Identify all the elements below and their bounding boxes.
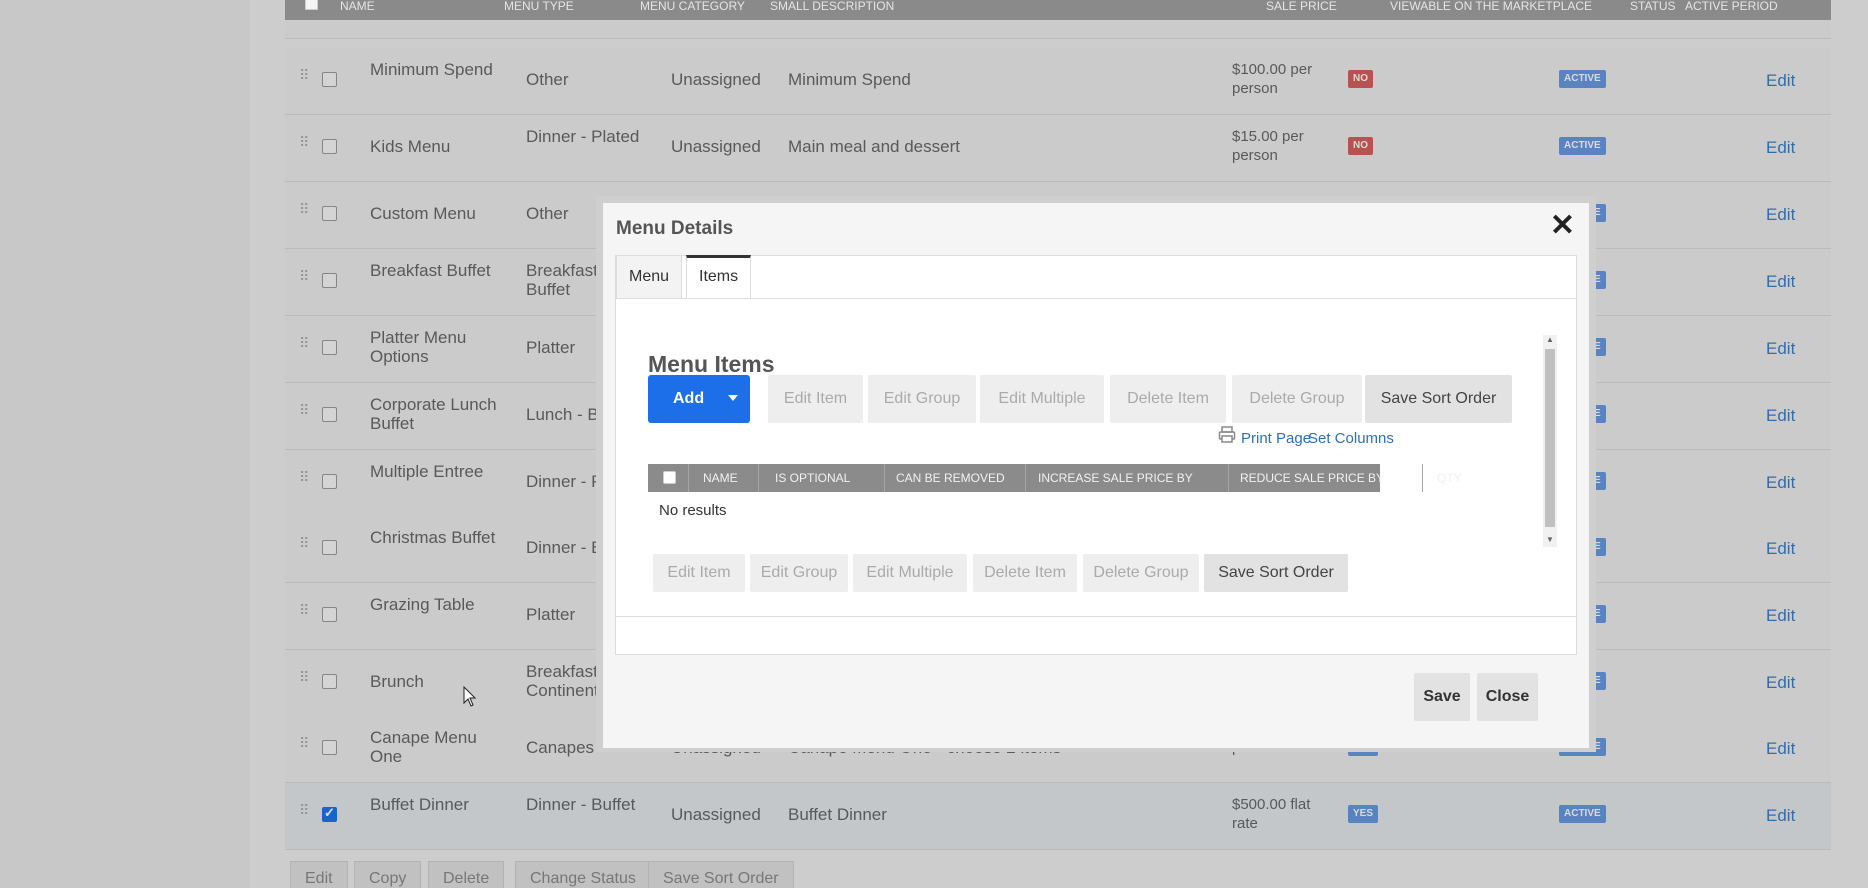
pane-scrollbar[interactable]: ▲ ▼ <box>1543 335 1557 547</box>
col-separator <box>688 464 689 492</box>
scroll-up-icon[interactable]: ▲ <box>1546 335 1554 344</box>
items-col-name[interactable]: Name <box>703 464 738 492</box>
col-viewable[interactable]: Viewable on the Marketplace <box>1390 0 1592 12</box>
col-separator <box>1422 464 1423 492</box>
modal-title: Menu Details <box>616 218 734 239</box>
scroll-thumb[interactable] <box>1545 349 1555 527</box>
select-all-checkbox[interactable] <box>305 0 318 10</box>
footer-save-sort-order-button[interactable]: Save Sort Order <box>1204 554 1348 592</box>
footer-edit-item-button[interactable]: Edit Item <box>653 554 745 592</box>
empty-state-text: No results <box>659 502 727 519</box>
col-separator <box>1025 464 1026 492</box>
col-small-description[interactable]: Small Description <box>770 0 894 12</box>
save-sort-order-button[interactable]: Save Sort Order <box>1365 375 1512 423</box>
items-col-is-optional[interactable]: Is Optional <box>775 464 850 492</box>
printer-icon[interactable] <box>1218 425 1236 445</box>
tab-divider <box>616 298 1576 299</box>
caret-down-icon[interactable] <box>728 395 738 401</box>
col-separator <box>1228 464 1229 492</box>
close-icon[interactable]: ✕ <box>1550 211 1575 241</box>
footer-edit-multiple-button[interactable]: Edit Multiple <box>853 554 967 592</box>
section-title: Menu Items <box>648 351 775 377</box>
footer-delete-group-button[interactable]: Delete Group <box>1083 554 1199 592</box>
col-separator <box>758 464 759 492</box>
items-select-all-checkbox[interactable] <box>663 471 676 484</box>
delete-group-button[interactable]: Delete Group <box>1232 375 1362 423</box>
col-separator <box>884 464 885 492</box>
set-columns-link[interactable]: Set Columns <box>1308 430 1394 447</box>
col-name[interactable]: Name <box>340 0 375 12</box>
edit-group-button[interactable]: Edit Group <box>868 375 976 423</box>
tab-container: Menu Items Menu Items Add Edit Item Edit… <box>615 255 1577 655</box>
items-grid-header: Name Is Optional Can Be Removed Increase… <box>648 464 1462 492</box>
edit-multiple-button[interactable]: Edit Multiple <box>980 375 1104 423</box>
col-active-period[interactable]: Active Period <box>1685 0 1778 12</box>
col-sale-price[interactable]: Sale Price <box>1266 0 1337 12</box>
add-button[interactable]: Add <box>648 375 750 423</box>
col-status[interactable]: Status <box>1630 0 1676 12</box>
tab-items[interactable]: Items <box>686 255 752 298</box>
save-button[interactable]: Save <box>1414 673 1470 721</box>
print-page-link[interactable]: Print Page <box>1241 430 1311 447</box>
table-header: Name Menu Type Menu Category Small Descr… <box>285 0 1831 20</box>
tab-footer-divider <box>616 616 1576 617</box>
close-button[interactable]: Close <box>1477 673 1538 721</box>
tab-menu[interactable]: Menu <box>616 255 683 298</box>
items-col-qty[interactable]: QTY <box>1437 464 1462 492</box>
footer-edit-group-button[interactable]: Edit Group <box>750 554 848 592</box>
items-col-reduce-price[interactable]: Reduce Sale Price By <box>1240 464 1384 492</box>
delete-item-button[interactable]: Delete Item <box>1110 375 1226 423</box>
footer-delete-item-button[interactable]: Delete Item <box>973 554 1077 592</box>
menu-details-modal: Menu Details ✕ Menu Items Menu Items Add… <box>603 203 1589 748</box>
mouse-cursor-icon <box>463 686 477 707</box>
add-button-label: Add <box>673 390 705 407</box>
items-pane: Menu Items Add Edit Item Edit Group Edit… <box>628 330 1566 608</box>
col-menu-type[interactable]: Menu Type <box>504 0 574 12</box>
items-col-increase-price[interactable]: Increase Sale Price By <box>1038 464 1193 492</box>
scroll-down-icon[interactable]: ▼ <box>1546 535 1554 544</box>
col-menu-category[interactable]: Menu Category <box>640 0 745 12</box>
edit-item-button[interactable]: Edit Item <box>768 375 863 423</box>
items-col-can-be-removed[interactable]: Can Be Removed <box>896 464 1005 492</box>
